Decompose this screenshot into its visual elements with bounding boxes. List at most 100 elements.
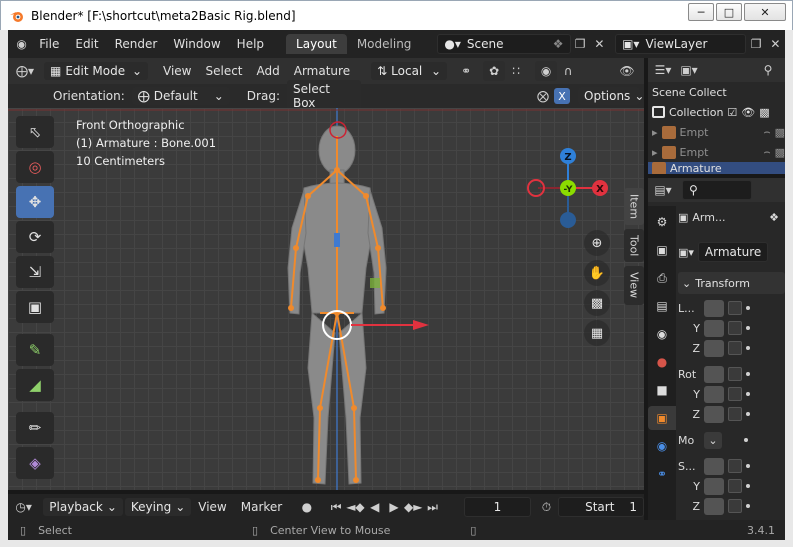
jump-start-icon[interactable]: ⏮ <box>327 497 346 517</box>
proportional-edit-icon[interactable]: ◉ <box>535 61 558 81</box>
tab-layout[interactable]: Layout <box>286 34 347 54</box>
options-dropdown[interactable]: Options ⌄ <box>578 87 644 105</box>
scale-x-field[interactable] <box>704 457 724 475</box>
lock-icon[interactable] <box>728 301 742 315</box>
lock-icon[interactable] <box>728 387 742 401</box>
x-mirror-toggle[interactable]: X <box>554 88 570 104</box>
blender-menu-icon[interactable]: ◉ <box>12 34 31 54</box>
output-tab-icon[interactable]: ⎙ <box>648 266 676 290</box>
keyframe-dot-icon[interactable] <box>746 326 750 330</box>
menu-select[interactable]: Select <box>198 64 249 78</box>
outliner-row-empty-2[interactable]: ▸ Empt ⌢ ▩ <box>648 142 785 162</box>
keyframe-dot-icon[interactable] <box>746 392 750 396</box>
location-y-field[interactable] <box>704 319 724 337</box>
properties-search[interactable]: ⚲ <box>682 180 752 200</box>
play-icon[interactable]: ▶ <box>384 497 403 517</box>
shear-tool[interactable]: ◈ <box>16 447 54 479</box>
mirror-icon[interactable]: ⨂ <box>532 86 554 106</box>
minimize-button[interactable]: ─ <box>688 3 714 21</box>
3d-viewport[interactable]: Z X -Y Front Orthographic (1) Armature :… <box>8 108 644 490</box>
keyframe-dot-icon[interactable] <box>746 504 750 508</box>
scene-selector[interactable]: ●▾ Scene ❖ <box>437 34 571 54</box>
tab-item[interactable]: Item <box>624 188 644 226</box>
keyframe-dot-icon[interactable] <box>746 484 750 488</box>
lock-icon[interactable] <box>728 321 742 335</box>
data-name-field[interactable]: Armature <box>697 242 768 262</box>
rotate-tool[interactable]: ⟳ <box>16 221 54 253</box>
lock-icon[interactable] <box>728 479 742 493</box>
keyframe-dot-icon[interactable] <box>746 464 750 468</box>
orientation-dropdown[interactable]: ⨁ Default ⌄ <box>131 87 230 105</box>
snap-icon[interactable]: ✿ <box>483 61 506 81</box>
start-frame-field[interactable]: Start 1 <box>558 497 644 517</box>
lock-icon[interactable] <box>728 499 742 513</box>
hidden-eye-icon[interactable]: ⌢ <box>763 125 770 139</box>
menu-window[interactable]: Window <box>165 37 228 51</box>
camera-icon[interactable]: ▩ <box>775 146 785 159</box>
timeline-view-menu[interactable]: View <box>191 500 233 514</box>
menu-file[interactable]: File <box>31 37 67 51</box>
keyframe-dot-icon[interactable] <box>746 412 750 416</box>
modifier-tab-icon[interactable]: ◉ <box>648 434 676 458</box>
outliner-row-empty-1[interactable]: ▸ Empt ⌢ ▩ <box>648 122 785 142</box>
outliner-row-collection[interactable]: Collection ☑ 👁 ▩ <box>648 102 785 122</box>
menu-armature[interactable]: Armature <box>287 64 357 78</box>
scene-tab-icon[interactable]: ◉ <box>648 322 676 346</box>
location-x-field[interactable] <box>704 299 724 317</box>
display-mode-icon[interactable]: ▣▾ <box>678 60 700 80</box>
extrude-tool[interactable]: ✏ <box>16 412 54 444</box>
keyframe-dot-icon[interactable] <box>746 306 750 310</box>
lock-icon[interactable] <box>728 407 742 421</box>
view-layer-tab-icon[interactable]: ▤ <box>648 294 676 318</box>
scale-tool[interactable]: ⇲ <box>16 256 54 288</box>
scale-z-field[interactable] <box>704 497 724 515</box>
snap-target-icon[interactable]: ∷ <box>505 61 527 81</box>
rotation-y-field[interactable] <box>704 385 724 403</box>
measure-tool[interactable]: ◢ <box>16 369 54 401</box>
annotate-tool[interactable]: ✎ <box>16 334 54 366</box>
cursor-tool[interactable]: ◎ <box>16 151 54 183</box>
outliner-editor-icon[interactable]: ☰▾ <box>652 60 674 80</box>
new-view-layer-icon[interactable]: ❐ <box>746 34 765 54</box>
collection-tab-icon[interactable]: ■ <box>648 378 676 402</box>
close-button[interactable]: ✕ <box>744 3 786 21</box>
remove-view-layer-icon[interactable]: ✕ <box>766 34 785 54</box>
rotation-z-field[interactable] <box>704 405 724 423</box>
grid-perspective-icon[interactable]: ▦ <box>584 320 610 346</box>
pan-hand-icon[interactable]: ✋ <box>584 260 610 286</box>
lock-icon[interactable] <box>728 459 742 473</box>
record-icon[interactable]: ● <box>297 497 316 517</box>
jump-end-icon[interactable]: ⏭ <box>423 497 442 517</box>
timeline-editor-icon[interactable]: ◷▾ <box>14 497 33 517</box>
camera-icon[interactable]: ▩ <box>759 106 769 119</box>
rotation-x-field[interactable] <box>704 365 724 383</box>
datablock-icon[interactable]: ▣▾ <box>678 246 694 259</box>
next-keyframe-icon[interactable]: ◆► <box>404 497 423 517</box>
camera-view-icon[interactable]: ▩ <box>584 290 610 316</box>
select-box-tool[interactable]: ⬁ <box>16 116 54 148</box>
play-reverse-icon[interactable]: ◀ <box>365 497 384 517</box>
tool-tab-icon[interactable]: ⚙ <box>648 210 676 234</box>
checkbox-icon[interactable]: ☑ <box>727 106 737 119</box>
mode-dropdown[interactable]: ▦ Edit Mode ⌄ <box>44 62 148 80</box>
stopwatch-icon[interactable]: ⏱ <box>537 497 556 517</box>
keyframe-dot-icon[interactable] <box>746 372 750 376</box>
pin-icon[interactable]: ❖ <box>769 211 779 224</box>
pivot-point-icon[interactable]: ⚭ <box>455 61 477 81</box>
current-frame-field[interactable]: 1 <box>464 497 531 517</box>
rotation-mode-dropdown[interactable]: ⌄ <box>704 431 722 449</box>
zoom-icon[interactable]: ⊕ <box>584 230 610 256</box>
tab-view[interactable]: View <box>624 266 644 305</box>
render-tab-icon[interactable]: ▣ <box>648 238 676 262</box>
lock-icon[interactable] <box>728 341 742 355</box>
outliner-row-armature[interactable]: Armature <box>648 162 785 174</box>
move-tool[interactable]: ✥ <box>16 186 54 218</box>
location-z-field[interactable] <box>704 339 724 357</box>
hidden-eye-icon[interactable]: ⌢ <box>763 145 770 159</box>
keying-dropdown[interactable]: Keying ⌄ <box>124 498 192 516</box>
world-tab-icon[interactable]: ● <box>648 350 676 374</box>
object-tab-icon[interactable]: ▣ <box>648 406 676 430</box>
camera-icon[interactable]: ▩ <box>775 126 785 139</box>
menu-render[interactable]: Render <box>107 37 166 51</box>
menu-view[interactable]: View <box>156 64 198 78</box>
